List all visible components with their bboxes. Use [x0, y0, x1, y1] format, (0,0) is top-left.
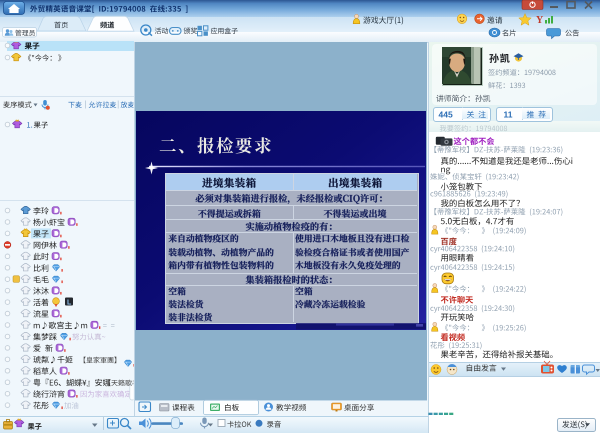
- svg-text:Y: Y: [536, 15, 544, 26]
- svg-text:L: L: [67, 299, 72, 306]
- svg-text:445: 445: [439, 110, 453, 120]
- svg-text:11: 11: [504, 110, 513, 120]
